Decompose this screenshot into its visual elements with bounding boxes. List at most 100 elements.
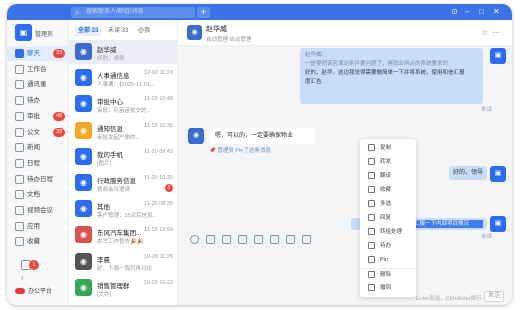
send-button[interactable]: 发送 <box>484 291 504 302</box>
conversation-item[interactable]: ◉ 审批中心 11-20 10:48 审批：孔苗苗提交的... <box>69 92 177 116</box>
chat-icon <box>15 49 24 58</box>
nav-bottom-badge: 1 <box>29 260 39 270</box>
unread-badge: 2 <box>165 184 173 192</box>
tab-all[interactable]: 全部 33 <box>75 26 102 36</box>
todo-icon <box>368 242 375 249</box>
my-avatar[interactable]: ▣ <box>490 48 506 64</box>
my-avatar[interactable]: ▣ <box>490 166 506 182</box>
app-window: ⌕ 搜索联系人/群组/消息 + ⊙ – □ ✕ ▣ 管理员 聊天 33 工作台 通讯录… <box>7 4 512 305</box>
add-button[interactable]: + <box>197 7 210 18</box>
menu-item[interactable]: 翻译 <box>360 170 416 182</box>
avatar: ◉ <box>75 147 92 165</box>
pin-window-icon[interactable]: ⊙ <box>451 6 458 18</box>
nav-item[interactable]: 文档 <box>7 187 69 202</box>
chat-name[interactable]: 赵华威 <box>206 24 227 34</box>
news-icon <box>15 143 24 153</box>
nav-footer-label: 办公平台 <box>28 289 53 295</box>
menu-item[interactable]: 删除 <box>360 268 416 280</box>
nav-item[interactable]: 应用 <box>7 219 69 234</box>
menu-item[interactable]: 多选 <box>360 198 416 210</box>
chat-avatar[interactable]: ◉ <box>187 25 202 40</box>
message-bubble-right[interactable]: 赵华威： 一是要把该应满足条件要问题了，再就业网点的系统要求的 好的，赵华，这边… <box>300 48 483 104</box>
phone-icon[interactable] <box>286 235 295 244</box>
nav-item[interactable]: 日程 <box>7 156 69 171</box>
nav-item[interactable]: 待办日程 <box>7 172 69 187</box>
menu-item[interactable]: Pin <box>360 254 416 266</box>
conversation-item[interactable]: ◉ 人事通信息 12-02 11:23 人事通：【2025-12-01... <box>69 66 177 90</box>
file-icon <box>15 190 24 200</box>
menu-item[interactable]: 转给处理 <box>360 226 416 238</box>
message-bubble-right[interactable]: 好的，领导 <box>449 166 487 180</box>
emoji-icon[interactable] <box>190 235 199 244</box>
scissors-icon[interactable] <box>206 235 215 244</box>
tab-unread[interactable]: 未读 33 <box>105 26 131 36</box>
translate-icon <box>368 172 375 179</box>
chat-record-icon[interactable] <box>254 235 263 244</box>
search-input[interactable]: ⌕ 搜索联系人/群组/消息 <box>71 7 195 18</box>
video-icon[interactable] <box>302 235 311 244</box>
conversation-item[interactable]: ◉ 李晨 10-20 11:25 好，下周一我们再讨论 <box>69 250 177 274</box>
conversation-item[interactable]: ◉ 东风汽车集团... 11-20 13:59 本次工作暂告🎉🎉 <box>69 223 177 247</box>
conversation-preview: 人事通：【2025-12-01... <box>97 82 155 89</box>
menu-item[interactable]: 撤回 <box>360 282 416 294</box>
conversation-preview: [文件] <box>97 291 112 298</box>
conversation-time: 11-20 13:59 <box>144 227 173 234</box>
folder-icon[interactable] <box>222 235 231 244</box>
nav-item-label: 通讯录 <box>27 81 47 89</box>
conversation-item[interactable]: ◉ 销售管理群 10-20 10:22 [文件] <box>69 276 177 300</box>
workbench-icon <box>15 64 24 74</box>
collapse-icon[interactable]: ‹ <box>21 273 31 283</box>
copy-icon <box>368 144 375 151</box>
nav-item[interactable]: 聊天 33 <box>7 46 69 61</box>
my-avatar[interactable]: ▣ <box>490 216 506 232</box>
message-bubble-left[interactable]: 嗯，可以的，一定要确保物业 <box>209 128 315 144</box>
message-line: 度汇告 <box>305 79 322 85</box>
avatar: ◉ <box>75 200 92 218</box>
conversation-time: 10-20 10:22 <box>143 279 173 286</box>
nav-item[interactable]: 新闻 <box>7 140 69 155</box>
menu-item[interactable]: 收藏 <box>360 184 416 196</box>
nav-item-label: 审批 <box>27 112 40 120</box>
nav-item[interactable]: 通讯录 <box>7 77 69 92</box>
nav-item[interactable]: 待办 <box>7 93 69 108</box>
menu-item[interactable]: 复制 <box>360 142 416 154</box>
pin-icon[interactable]: ☆ <box>481 28 492 37</box>
conversation-time: 11-20 10:48 <box>144 96 173 103</box>
nav-item[interactable]: 审批 48 <box>7 109 69 124</box>
menu-item[interactable]: 回复 <box>360 212 416 224</box>
recall-icon <box>368 284 375 291</box>
maximize-icon[interactable]: □ <box>479 6 484 18</box>
nav-item[interactable]: 公文 33 <box>7 125 69 140</box>
avatar: ◉ <box>75 174 92 191</box>
tab-mention[interactable]: @我 <box>135 26 153 36</box>
calendar-icon[interactable] <box>270 235 279 244</box>
conversation-preview: 视频会议邀请 <box>97 187 131 193</box>
conversation-preview: 审批发起户侧的... <box>97 134 141 141</box>
todo-icon <box>15 96 24 106</box>
brand-logo: ▣ <box>15 24 32 41</box>
platform-icon <box>15 288 25 295</box>
contact-avatar[interactable]: ◉ <box>188 128 204 144</box>
calendar-icon <box>15 158 24 168</box>
conversation-item[interactable]: ◉ 其他 11-20 08:30 客户管理：15天后信息... <box>69 197 177 221</box>
nav-item[interactable]: 视频会议 <box>7 203 69 218</box>
minimize-icon[interactable]: – <box>465 6 469 18</box>
nav-item[interactable]: 收藏 <box>7 234 69 249</box>
conversation-item[interactable]: ◉ 行政服务信息 11-20 10:25 视频会议邀请 2 <box>69 171 177 195</box>
pin-icon <box>368 256 375 263</box>
image-icon[interactable] <box>238 235 247 244</box>
conversation-preview: 好的，领导 <box>97 56 125 62</box>
menu-item[interactable]: 转发 <box>360 156 416 168</box>
conversation-item[interactable]: ◉ 我的手机 11-20 09:42 [图片] <box>69 145 177 169</box>
nav-item[interactable]: 工作台 <box>7 62 69 77</box>
menu-item[interactable]: 待办 <box>360 240 416 252</box>
conversation-item[interactable]: ◉ 通知信息 11-20 10:35 审批发起户侧的... <box>69 119 177 143</box>
more-icon[interactable]: ⋯ <box>492 28 504 37</box>
search-placeholder: 搜索联系人/群组/消息 <box>86 9 144 15</box>
conversation-item[interactable]: ◉ 赵华威 好的，领导 <box>69 40 177 64</box>
video-meeting-icon <box>15 206 24 215</box>
list-tabs: 全部 33 未读 33 @我 <box>69 24 177 38</box>
conversation-name: 审批中心 <box>97 99 123 107</box>
close-icon[interactable]: ✕ <box>493 6 500 18</box>
nav-footer[interactable]: 办公平台 <box>15 286 52 295</box>
